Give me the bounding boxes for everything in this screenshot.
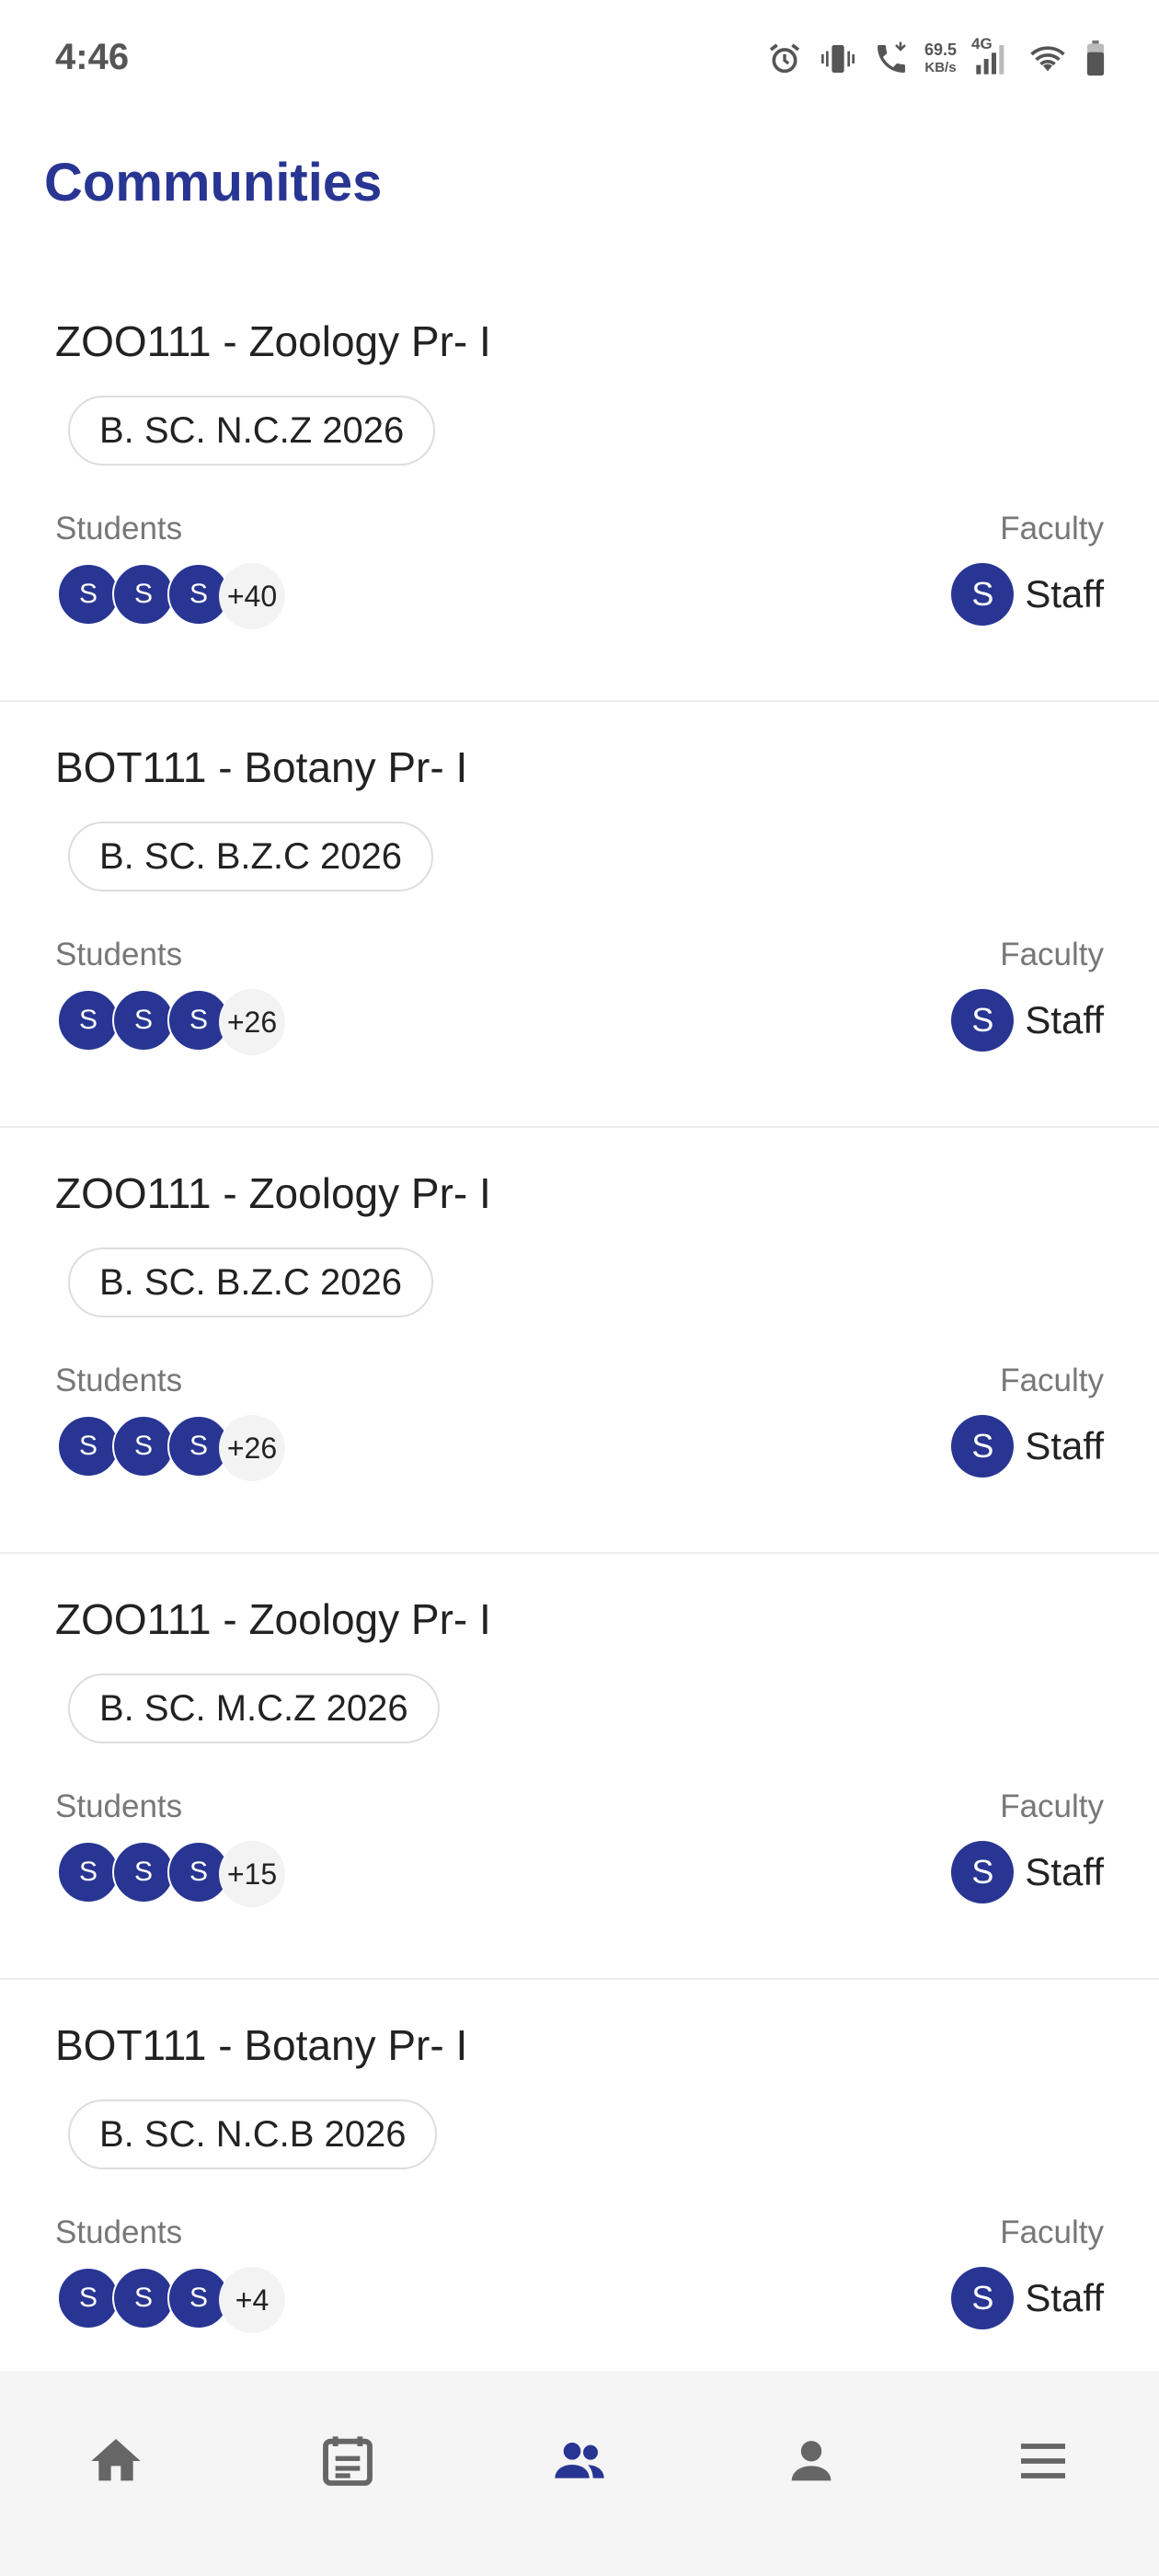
status-bar: 4:46 69.5 KB/s 4G bbox=[0, 0, 1159, 124]
community-title: BOT111 - Botany Pr- I bbox=[55, 2021, 468, 2069]
students-label: Students bbox=[55, 2214, 183, 2250]
students-label: Students bbox=[55, 1363, 183, 1398]
student-avatar: S bbox=[112, 1415, 175, 1478]
profile-icon bbox=[782, 2432, 841, 2495]
batch-chip[interactable]: B. SC. N.C.Z 2026 bbox=[68, 396, 436, 466]
community-card[interactable]: BOT111 - Botany Pr- I B. SC. B.Z.C 2026 … bbox=[0, 702, 1159, 1128]
network-speed: 69.5 KB/s bbox=[924, 40, 957, 77]
nav-calendar[interactable] bbox=[293, 2412, 403, 2513]
page-title: Communities bbox=[44, 153, 383, 213]
menu-icon bbox=[1014, 2432, 1073, 2495]
more-students-count: +15 bbox=[219, 1841, 285, 1907]
faculty-name: Staff bbox=[1025, 572, 1104, 615]
student-avatar: S bbox=[57, 989, 120, 1052]
student-avatar: S bbox=[57, 1415, 120, 1478]
faculty-name: Staff bbox=[1025, 998, 1104, 1041]
community-card[interactable]: BOT111 - Botany Pr- I B. SC. N.C.B 2026 … bbox=[0, 1980, 1159, 2406]
faculty-member: S Staff bbox=[951, 1841, 1104, 1903]
faculty-avatar: S bbox=[951, 989, 1015, 1052]
students-label: Students bbox=[55, 1788, 183, 1824]
faculty-avatar: S bbox=[951, 2267, 1015, 2329]
faculty-label: Faculty bbox=[1000, 937, 1104, 972]
more-students-count: +40 bbox=[219, 563, 285, 629]
status-icons: 69.5 KB/s 4G bbox=[766, 35, 1107, 77]
community-title: ZOO111 - Zoology Pr- I bbox=[55, 1595, 491, 1643]
community-title: ZOO111 - Zoology Pr- I bbox=[55, 317, 491, 365]
students-label: Students bbox=[55, 937, 183, 972]
faculty-avatar: S bbox=[951, 1841, 1015, 1903]
batch-chip[interactable]: B. SC. M.C.Z 2026 bbox=[68, 1673, 440, 1743]
faculty-avatar: S bbox=[951, 563, 1015, 626]
student-avatars: S S S +26 bbox=[57, 1415, 333, 1481]
student-avatar: S bbox=[112, 1841, 175, 1903]
network-type: 4G bbox=[971, 35, 993, 52]
batch-chip[interactable]: B. SC. B.Z.C 2026 bbox=[68, 822, 434, 891]
community-card[interactable]: ZOO111 - Zoology Pr- I B. SC. N.C.Z 2026… bbox=[0, 276, 1159, 702]
wifi-icon bbox=[1027, 40, 1069, 77]
network-speed-unit: KB/s bbox=[924, 60, 957, 75]
student-avatar: S bbox=[57, 563, 120, 626]
vibrate-icon bbox=[818, 40, 858, 77]
student-avatar: S bbox=[57, 1841, 120, 1903]
more-students-count: +4 bbox=[219, 2267, 285, 2333]
batch-chip[interactable]: B. SC. N.C.B 2026 bbox=[68, 2099, 438, 2169]
community-card[interactable]: ZOO111 - Zoology Pr- I B. SC. M.C.Z 2026… bbox=[0, 1554, 1159, 1980]
student-avatars: S S S +4 bbox=[57, 2267, 333, 2333]
student-avatars: S S S +15 bbox=[57, 1841, 333, 1907]
nav-home[interactable] bbox=[61, 2412, 171, 2513]
faculty-name: Staff bbox=[1025, 2276, 1104, 2319]
community-title: ZOO111 - Zoology Pr- I bbox=[55, 1169, 491, 1217]
student-avatar: S bbox=[112, 989, 175, 1052]
faculty-member: S Staff bbox=[951, 1415, 1104, 1478]
faculty-label: Faculty bbox=[1000, 511, 1104, 546]
alarm-icon bbox=[766, 40, 803, 77]
home-icon bbox=[86, 2432, 145, 2495]
student-avatar: S bbox=[112, 563, 175, 626]
more-students-count: +26 bbox=[219, 989, 285, 1055]
student-avatars: S S S +40 bbox=[57, 563, 333, 629]
faculty-name: Staff bbox=[1025, 1850, 1104, 1893]
calendar-icon bbox=[318, 2432, 377, 2495]
faculty-name: Staff bbox=[1025, 1424, 1104, 1467]
students-label: Students bbox=[55, 511, 183, 546]
faculty-label: Faculty bbox=[1000, 1788, 1104, 1824]
call-icon bbox=[873, 40, 910, 77]
communities-list: ZOO111 - Zoology Pr- I B. SC. N.C.Z 2026… bbox=[0, 276, 1159, 2406]
status-time: 4:46 bbox=[55, 37, 130, 77]
battery-icon bbox=[1084, 40, 1107, 77]
signal-icon: 4G bbox=[971, 35, 1012, 77]
faculty-member: S Staff bbox=[951, 2267, 1104, 2329]
network-speed-value: 69.5 bbox=[924, 40, 957, 59]
student-avatar: S bbox=[112, 2267, 175, 2329]
student-avatar: S bbox=[57, 2267, 120, 2329]
bottom-nav bbox=[0, 2371, 1159, 2576]
faculty-member: S Staff bbox=[951, 563, 1104, 626]
nav-menu[interactable] bbox=[988, 2412, 1098, 2513]
nav-communities[interactable] bbox=[524, 2412, 635, 2513]
student-avatars: S S S +26 bbox=[57, 989, 333, 1055]
community-title: BOT111 - Botany Pr- I bbox=[55, 743, 468, 791]
nav-profile[interactable] bbox=[756, 2412, 866, 2513]
faculty-avatar: S bbox=[951, 1415, 1015, 1478]
more-students-count: +26 bbox=[219, 1415, 285, 1481]
faculty-label: Faculty bbox=[1000, 2214, 1104, 2250]
community-card[interactable]: ZOO111 - Zoology Pr- I B. SC. B.Z.C 2026… bbox=[0, 1128, 1159, 1554]
batch-chip[interactable]: B. SC. B.Z.C 2026 bbox=[68, 1248, 434, 1317]
faculty-label: Faculty bbox=[1000, 1363, 1104, 1398]
communities-icon bbox=[546, 2432, 613, 2495]
faculty-member: S Staff bbox=[951, 989, 1104, 1052]
